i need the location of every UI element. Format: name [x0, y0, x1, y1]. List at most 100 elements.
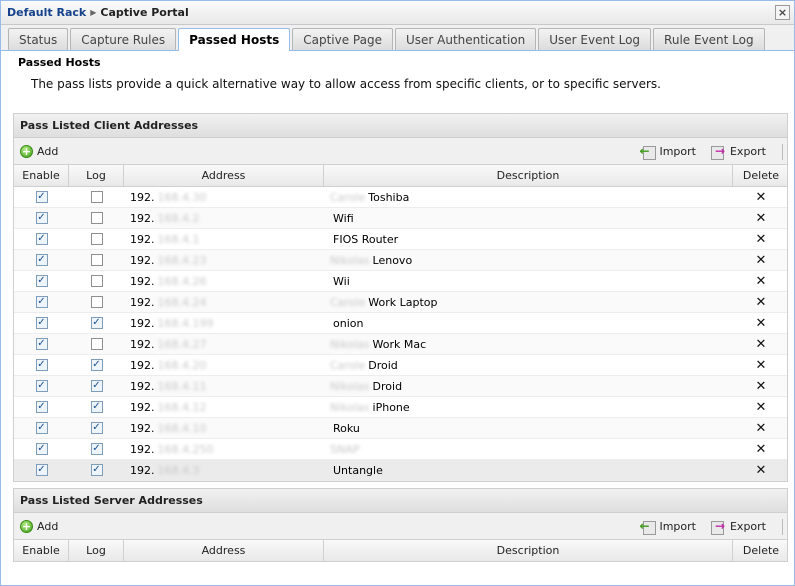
tab-rule-event-log[interactable]: Rule Event Log: [653, 28, 765, 50]
enable-checkbox[interactable]: ✓: [35, 275, 48, 287]
log-checkbox[interactable]: ✓: [90, 443, 103, 455]
enable-checkbox[interactable]: ✓: [35, 464, 48, 476]
column-header-address[interactable]: Address: [124, 165, 324, 186]
tab-user-authentication[interactable]: User Authentication: [394, 28, 537, 50]
column-header-log[interactable]: Log: [69, 540, 124, 561]
delete-icon[interactable]: ✕: [756, 211, 767, 226]
delete-icon[interactable]: ✕: [756, 358, 767, 373]
address-cell[interactable]: 192. 168.4.24: [124, 296, 324, 309]
delete-icon[interactable]: ✕: [756, 316, 767, 331]
log-checkbox[interactable]: ✓: [90, 464, 103, 476]
delete-icon[interactable]: ✕: [756, 274, 767, 289]
enable-checkbox[interactable]: ✓: [35, 380, 48, 392]
log-checkbox[interactable]: [90, 254, 103, 266]
description-cell[interactable]: Wifi: [324, 212, 733, 225]
enable-checkbox[interactable]: ✓: [35, 191, 48, 203]
delete-icon[interactable]: ✕: [756, 442, 767, 457]
column-header-log[interactable]: Log: [69, 165, 124, 186]
tab-capture-rules[interactable]: Capture Rules: [70, 28, 177, 50]
delete-icon[interactable]: ✕: [756, 400, 767, 415]
address-cell[interactable]: 192. 168.4.26: [124, 275, 324, 288]
table-row[interactable]: ✓ ✓ 192. 168.4.3 Untangle ✕: [14, 460, 787, 481]
table-row[interactable]: ✓ 192. 168.4.2 Wifi ✕: [14, 208, 787, 229]
address-cell[interactable]: 192. 168.4.199: [124, 317, 324, 330]
address-cell[interactable]: 192. 168.4.23: [124, 254, 324, 267]
server-export-button[interactable]: Export: [710, 519, 766, 535]
description-cell[interactable]: Carole Droid: [324, 359, 733, 372]
tab-passed-hosts[interactable]: Passed Hosts: [178, 28, 291, 51]
server-import-button[interactable]: Import: [639, 519, 696, 535]
column-header-enable[interactable]: Enable: [14, 165, 69, 186]
tab-status[interactable]: Status: [8, 28, 69, 50]
address-cell[interactable]: 192. 168.4.12: [124, 401, 324, 414]
client-add-button[interactable]: + Add: [20, 144, 58, 158]
column-header-description[interactable]: Description: [324, 165, 733, 186]
table-row[interactable]: ✓ ✓ 192. 168.4.20 Carole Droid ✕: [14, 355, 787, 376]
table-row[interactable]: ✓ 192. 168.4.30 Carole Toshiba ✕: [14, 187, 787, 208]
address-cell[interactable]: 192. 168.4.11: [124, 380, 324, 393]
address-cell[interactable]: 192. 168.4.10: [124, 422, 324, 435]
address-cell[interactable]: 192. 168.4.20: [124, 359, 324, 372]
server-add-button[interactable]: + Add: [20, 519, 58, 533]
enable-checkbox[interactable]: ✓: [35, 359, 48, 371]
table-row[interactable]: ✓ ✓ 192. 168.4.250 SNAP ✕: [14, 439, 787, 460]
enable-checkbox[interactable]: ✓: [35, 233, 48, 245]
enable-checkbox[interactable]: ✓: [35, 254, 48, 266]
table-row[interactable]: ✓ 192. 168.4.26 Wii ✕: [14, 271, 787, 292]
table-row[interactable]: ✓ 192. 168.4.1 FIOS Router ✕: [14, 229, 787, 250]
column-header-delete[interactable]: Delete: [733, 165, 789, 186]
address-cell[interactable]: 192. 168.4.1: [124, 233, 324, 246]
address-cell[interactable]: 192. 168.4.2: [124, 212, 324, 225]
delete-icon[interactable]: ✕: [756, 379, 767, 394]
column-header-delete[interactable]: Delete: [733, 540, 789, 561]
description-cell[interactable]: Nikolas Lenovo: [324, 254, 733, 267]
log-checkbox[interactable]: [90, 191, 103, 203]
description-cell[interactable]: FIOS Router: [324, 233, 733, 246]
description-cell[interactable]: SNAP: [324, 443, 733, 456]
log-checkbox[interactable]: ✓: [90, 422, 103, 434]
enable-checkbox[interactable]: ✓: [35, 401, 48, 413]
delete-icon[interactable]: ✕: [756, 421, 767, 436]
delete-icon[interactable]: ✕: [756, 190, 767, 205]
description-cell[interactable]: onion: [324, 317, 733, 330]
log-checkbox[interactable]: [90, 296, 103, 308]
table-row[interactable]: ✓ 192. 168.4.24 Carole Work Laptop ✕: [14, 292, 787, 313]
enable-checkbox[interactable]: ✓: [35, 338, 48, 350]
table-row[interactable]: ✓ 192. 168.4.27 Nikolas Work Mac ✕: [14, 334, 787, 355]
client-import-button[interactable]: Import: [639, 144, 696, 160]
description-cell[interactable]: Untangle: [324, 464, 733, 477]
table-row[interactable]: ✓ ✓ 192. 168.4.10 Roku ✕: [14, 418, 787, 439]
enable-checkbox[interactable]: ✓: [35, 443, 48, 455]
description-cell[interactable]: Carole Toshiba: [324, 191, 733, 204]
column-header-enable[interactable]: Enable: [14, 540, 69, 561]
description-cell[interactable]: Carole Work Laptop: [324, 296, 733, 309]
breadcrumb-root-link[interactable]: Default Rack: [7, 6, 86, 19]
table-row[interactable]: ✓ 192. 168.4.23 Nikolas Lenovo ✕: [14, 250, 787, 271]
delete-icon[interactable]: ✕: [756, 463, 767, 478]
description-cell[interactable]: Nikolas iPhone: [324, 401, 733, 414]
table-row[interactable]: ✓ ✓ 192. 168.4.12 Nikolas iPhone ✕: [14, 397, 787, 418]
log-checkbox[interactable]: ✓: [90, 359, 103, 371]
address-cell[interactable]: 192. 168.4.27: [124, 338, 324, 351]
table-row[interactable]: ✓ ✓ 192. 168.4.11 Nikolas Droid ✕: [14, 376, 787, 397]
column-header-address[interactable]: Address: [124, 540, 324, 561]
enable-checkbox[interactable]: ✓: [35, 317, 48, 329]
description-cell[interactable]: Nikolas Droid: [324, 380, 733, 393]
description-cell[interactable]: Nikolas Work Mac: [324, 338, 733, 351]
log-checkbox[interactable]: ✓: [90, 380, 103, 392]
tab-captive-page[interactable]: Captive Page: [292, 28, 393, 50]
delete-icon[interactable]: ✕: [756, 295, 767, 310]
close-window-button[interactable]: ×: [775, 5, 790, 20]
delete-icon[interactable]: ✕: [756, 232, 767, 247]
log-checkbox[interactable]: [90, 212, 103, 224]
description-cell[interactable]: Roku: [324, 422, 733, 435]
table-row[interactable]: ✓ ✓ 192. 168.4.199 onion ✕: [14, 313, 787, 334]
enable-checkbox[interactable]: ✓: [35, 212, 48, 224]
enable-checkbox[interactable]: ✓: [35, 296, 48, 308]
enable-checkbox[interactable]: ✓: [35, 422, 48, 434]
log-checkbox[interactable]: ✓: [90, 401, 103, 413]
client-export-button[interactable]: Export: [710, 144, 766, 160]
log-checkbox[interactable]: [90, 338, 103, 350]
log-checkbox[interactable]: ✓: [90, 317, 103, 329]
delete-icon[interactable]: ✕: [756, 253, 767, 268]
